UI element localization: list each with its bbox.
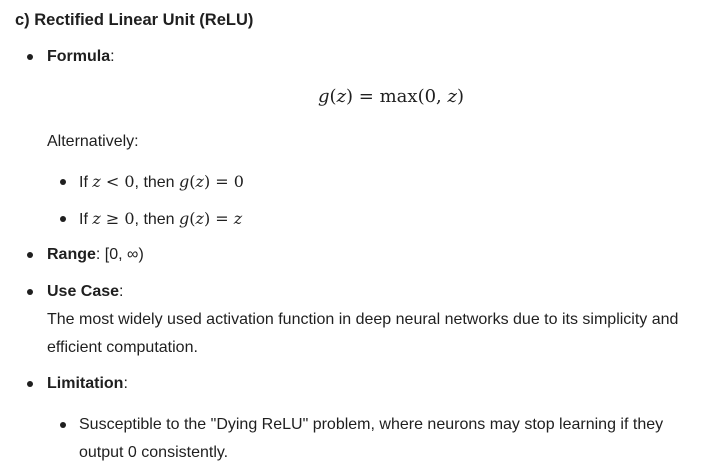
bullet-case-2 — [60, 216, 66, 222]
bullet-range — [27, 252, 33, 258]
bullet-limitation-item — [60, 422, 66, 428]
section-heading: c) Rectified Linear Unit (ReLU) — [15, 11, 254, 29]
case-2: If z ≥ 0, then g(z) = z — [79, 209, 243, 228]
limitation-label-line: Limitation: — [47, 375, 128, 392]
formula-rhs-args: 0, — [424, 86, 448, 107]
bullet-use-case — [27, 289, 33, 295]
range-line: Range: [0, ∞) — [47, 243, 144, 267]
formula-colon: : — [110, 48, 115, 65]
bullet-formula — [27, 54, 33, 60]
alternatively-text: Alternatively: — [47, 133, 139, 150]
use-case-label-line: Use Case: — [47, 283, 124, 300]
range-label: Range — [47, 246, 96, 263]
formula-label-line: Formula: — [47, 45, 115, 69]
relu-formula: g(z) = max(0, z) — [318, 86, 465, 107]
bullet-limitation — [27, 381, 33, 387]
use-case-text: The most widely used activation function… — [47, 311, 679, 356]
limitation-label: Limitation — [47, 375, 124, 392]
use-case-label: Use Case — [47, 283, 120, 300]
formula-fn: g — [318, 86, 330, 107]
formula-arg: z — [336, 86, 347, 107]
formula-label: Formula — [47, 48, 111, 65]
range-value: : [0, ∞) — [95, 246, 144, 263]
formula-rhs-fn: max — [379, 86, 418, 107]
bullet-case-1 — [60, 179, 66, 185]
case-1: If z < 0, then g(z) = 0 — [79, 172, 244, 191]
limitation-item: Susceptible to the "Dying ReLU" problem,… — [79, 416, 664, 461]
formula-rhs-var: z — [447, 86, 457, 107]
